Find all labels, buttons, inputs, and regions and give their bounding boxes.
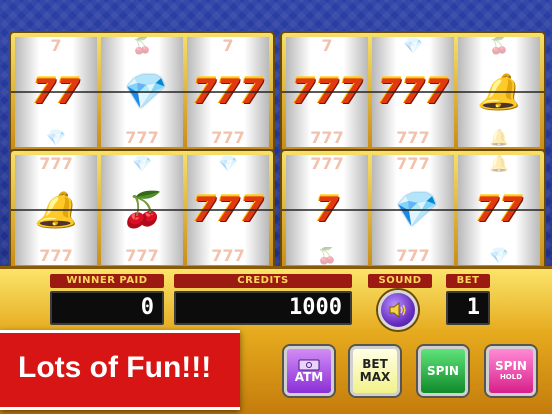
sound-button[interactable] <box>378 290 418 330</box>
reel-ghost-symbol: 💎 <box>132 155 152 173</box>
atm-button[interactable]: ATM <box>284 346 334 396</box>
reel-ghost-symbol: 💎 <box>403 37 423 55</box>
reel-ghost-symbol: 777 <box>125 129 159 147</box>
reel-ghost-symbol: 777 <box>396 247 430 265</box>
reel-ghost-symbol: 💎 <box>218 155 238 173</box>
bet-label: BET <box>446 274 490 288</box>
reel-ghost-symbol: 777 <box>396 129 430 147</box>
payline <box>11 91 273 93</box>
reel-ghost-symbol: 777 <box>211 129 245 147</box>
bet-max-button[interactable]: BET MAX <box>350 346 400 396</box>
spin-hold-line1: SPIN <box>495 359 527 373</box>
reel-ghost-symbol: 🍒 <box>489 37 509 55</box>
slot-machine-1: 7 77 💎 🍒 💎 777 7 777 777 <box>11 33 273 151</box>
reel-ghost-symbol: 🍒 <box>317 247 337 265</box>
reel-ghost-symbol: 🔔 <box>489 129 509 147</box>
bet-display: 1 <box>446 291 490 325</box>
reel-ghost-symbol: 🍒 <box>132 37 152 55</box>
reel-ghost-symbol: 7 <box>321 37 333 55</box>
reel-ghost-symbol: 777 <box>39 247 73 265</box>
speaker-icon <box>389 301 406 319</box>
atm-button-label: ATM <box>294 369 324 384</box>
payline <box>11 209 273 211</box>
reel-ghost-symbol: 777 <box>310 129 344 147</box>
payline <box>282 209 544 211</box>
spin-hold-button[interactable]: SPIN HOLD <box>486 346 536 396</box>
reel-ghost-symbol: 777 <box>310 155 344 173</box>
reel-ghost-symbol: 💎 <box>489 247 509 265</box>
slot-machine-3: 777 🔔 777 💎 🍒 777 💎 777 777 <box>11 151 273 269</box>
sound-label: SOUND <box>368 274 432 288</box>
money-icon <box>298 359 320 370</box>
reel-ghost-symbol: 💎 <box>46 129 66 147</box>
credits-label: CREDITS <box>174 274 352 288</box>
promo-banner-text: Lots of Fun!!! <box>18 351 212 384</box>
reel-ghost-symbol: 777 <box>39 155 73 173</box>
reel-ghost-symbol: 777 <box>211 247 245 265</box>
slot-machine-4: 777 7 🍒 777 💎 777 🔔 77 💎 <box>282 151 544 269</box>
reel-ghost-symbol: 7 <box>222 37 234 55</box>
spin-button[interactable]: SPIN <box>418 346 468 396</box>
payline <box>282 91 544 93</box>
bet-max-line2: MAX <box>359 370 391 384</box>
spin-button-label: SPIN <box>427 363 459 378</box>
reel-ghost-symbol: 7 <box>50 37 62 55</box>
credits-display: 1000 <box>174 291 352 325</box>
reel-ghost-symbol: 777 <box>396 155 430 173</box>
winner-paid-label: WINNER PAID <box>50 274 164 288</box>
reel-ghost-symbol: 🔔 <box>489 155 509 173</box>
spin-hold-line2: HOLD <box>499 373 523 381</box>
slot-machine-2: 7 777 777 💎 777 777 🍒 🔔 🔔 <box>282 33 544 151</box>
reel-ghost-symbol: 777 <box>125 247 159 265</box>
winner-paid-display: 0 <box>50 291 164 325</box>
